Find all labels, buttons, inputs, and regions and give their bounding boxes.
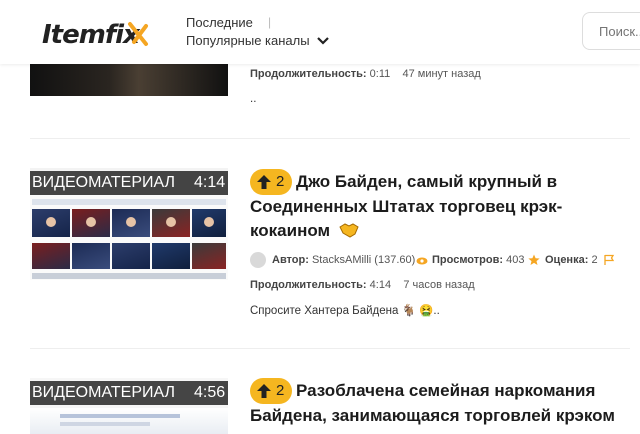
itemfix-logo[interactable]: Itemfix [40, 18, 152, 48]
video-title[interactable]: Джо Байден, самый крупный в Соединенных … [250, 170, 630, 244]
video-description: Спросите Хантера Байдена 🐐 🤮.. [250, 305, 440, 317]
video-duration-label: 4:56 [194, 384, 226, 401]
duration-meta: Продолжительность: 4:14 7 часов назад [250, 279, 475, 291]
flag-icon[interactable] [603, 254, 615, 266]
title-line: Джо Байден, самый крупный в [296, 172, 558, 191]
video-duration-label: 4:14 [194, 174, 226, 191]
site-header: Itemfix Последние | Популярные каналы [0, 0, 640, 64]
title-line: Соединенных Штатах торговец крэк- [250, 196, 563, 216]
video-type-label: ВИДЕОМАТЕРИАЛ [32, 384, 176, 401]
video-label-bar: ВИДЕОМАТЕРИАЛ 4:56 [30, 381, 228, 405]
author-link[interactable]: StacksAMilli (137.60) [312, 254, 415, 266]
nav-recent-link[interactable]: Последние [186, 15, 253, 30]
time-ago: 47 минут назад [402, 68, 481, 80]
thumbnail-scene [30, 195, 228, 280]
video-thumbnail[interactable]: ВИДЕОМАТЕРИАЛ 4:56 [30, 378, 228, 434]
video-label-bar: ВИДЕОМАТЕРИАЛ 4:14 [30, 171, 228, 195]
title-line: Байдена, занимающаяся торговлей крэком [250, 405, 615, 425]
logo-text: Itemfix [42, 20, 141, 48]
divider [30, 138, 630, 139]
star-icon [528, 254, 540, 265]
divider [30, 348, 630, 349]
video-thumbnail[interactable]: ВИДЕОМАТЕРИАЛ 4:14 [30, 168, 228, 280]
duration-meta: Продолжительность: 0:11 47 минут назад [250, 68, 481, 80]
title-line: Разоблачена семейная наркомания [296, 381, 596, 400]
chevron-down-icon[interactable] [316, 34, 330, 48]
nav-popular-channels-link[interactable]: Популярные каналы [186, 33, 310, 48]
video-type-label: ВИДЕОМАТЕРИАЛ [32, 174, 176, 191]
handshake-emoji-icon [339, 223, 359, 238]
time-ago: 7 часов назад [403, 279, 475, 291]
nav-separator: | [268, 15, 272, 29]
author-meta: Автор: StacksAMilli (137.60) [272, 254, 416, 266]
rating-meta: Оценка: 2 [545, 254, 598, 266]
title-line: кокаином [250, 219, 630, 244]
video-description: .. [250, 93, 257, 105]
views-meta: Просмотров: 403 [432, 254, 525, 266]
video-title[interactable]: Разоблачена семейная наркомания Байдена,… [250, 379, 630, 428]
search-input[interactable] [582, 12, 640, 50]
author-avatar[interactable] [250, 252, 266, 268]
eye-icon [416, 257, 428, 265]
